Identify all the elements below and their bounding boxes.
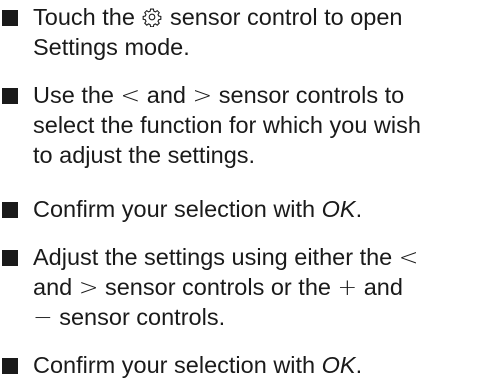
instruction-line: Confirm your selection with OK. bbox=[33, 350, 483, 380]
control-symbol: − bbox=[33, 303, 53, 331]
control-symbol: < bbox=[398, 243, 419, 271]
instruction-line: Adjust the settings using either the < bbox=[33, 242, 483, 272]
control-symbol: + bbox=[337, 273, 358, 301]
text-fragment: Use the bbox=[33, 82, 121, 108]
instruction-text: Use the < and > sensor controls to select… bbox=[33, 80, 483, 170]
instruction-text: Confirm your selection with OK. bbox=[33, 350, 483, 380]
control-symbol: < bbox=[120, 81, 141, 109]
instruction-text: Touch the sensor control to open Settings… bbox=[33, 2, 483, 62]
instruction-line: Settings mode. bbox=[33, 32, 483, 62]
text-fragment: Confirm your selection with bbox=[33, 196, 322, 222]
text-fragment: sensor control to open bbox=[163, 4, 403, 30]
text-fragment: to adjust the settings. bbox=[33, 142, 256, 168]
instruction-line: Use the < and > sensor controls to bbox=[33, 80, 483, 110]
instruction-line: Confirm your selection with OK. bbox=[33, 194, 483, 224]
text-fragment: and bbox=[140, 82, 193, 108]
instruction-line: Touch the sensor control to open bbox=[33, 2, 483, 32]
text-fragment: and bbox=[357, 274, 403, 300]
text-fragment: sensor controls to bbox=[212, 82, 405, 108]
control-symbol: > bbox=[192, 81, 213, 109]
text-fragment: Touch the bbox=[33, 4, 142, 30]
square-bullet-icon bbox=[2, 250, 18, 266]
instruction-text: Confirm your selection with OK. bbox=[33, 194, 483, 224]
instruction-line: − sensor controls. bbox=[33, 302, 483, 332]
square-bullet-icon bbox=[2, 88, 18, 104]
control-symbol: > bbox=[78, 273, 99, 301]
instruction-line: and > sensor controls or the + and bbox=[33, 272, 483, 302]
ok-label: OK bbox=[321, 196, 356, 222]
text-fragment: Settings mode. bbox=[33, 34, 190, 60]
text-fragment: . bbox=[355, 352, 363, 378]
instruction-line: to adjust the settings. bbox=[33, 140, 483, 170]
text-fragment: sensor controls. bbox=[52, 304, 226, 330]
text-fragment: Confirm your selection with bbox=[33, 352, 322, 378]
text-fragment: . bbox=[355, 196, 363, 222]
instruction-line: select the function for which you wish bbox=[33, 110, 483, 140]
text-fragment: and bbox=[33, 274, 79, 300]
gear-icon bbox=[142, 4, 162, 28]
text-fragment: select the function for which you wish bbox=[33, 112, 421, 138]
square-bullet-icon bbox=[2, 358, 18, 374]
instruction-text: Adjust the settings using either the < an… bbox=[33, 242, 483, 332]
text-fragment: sensor controls or the bbox=[98, 274, 338, 300]
text-fragment: Adjust the settings using either the bbox=[33, 244, 399, 270]
square-bullet-icon bbox=[2, 10, 18, 26]
ok-label: OK bbox=[321, 352, 356, 378]
square-bullet-icon bbox=[2, 202, 18, 218]
